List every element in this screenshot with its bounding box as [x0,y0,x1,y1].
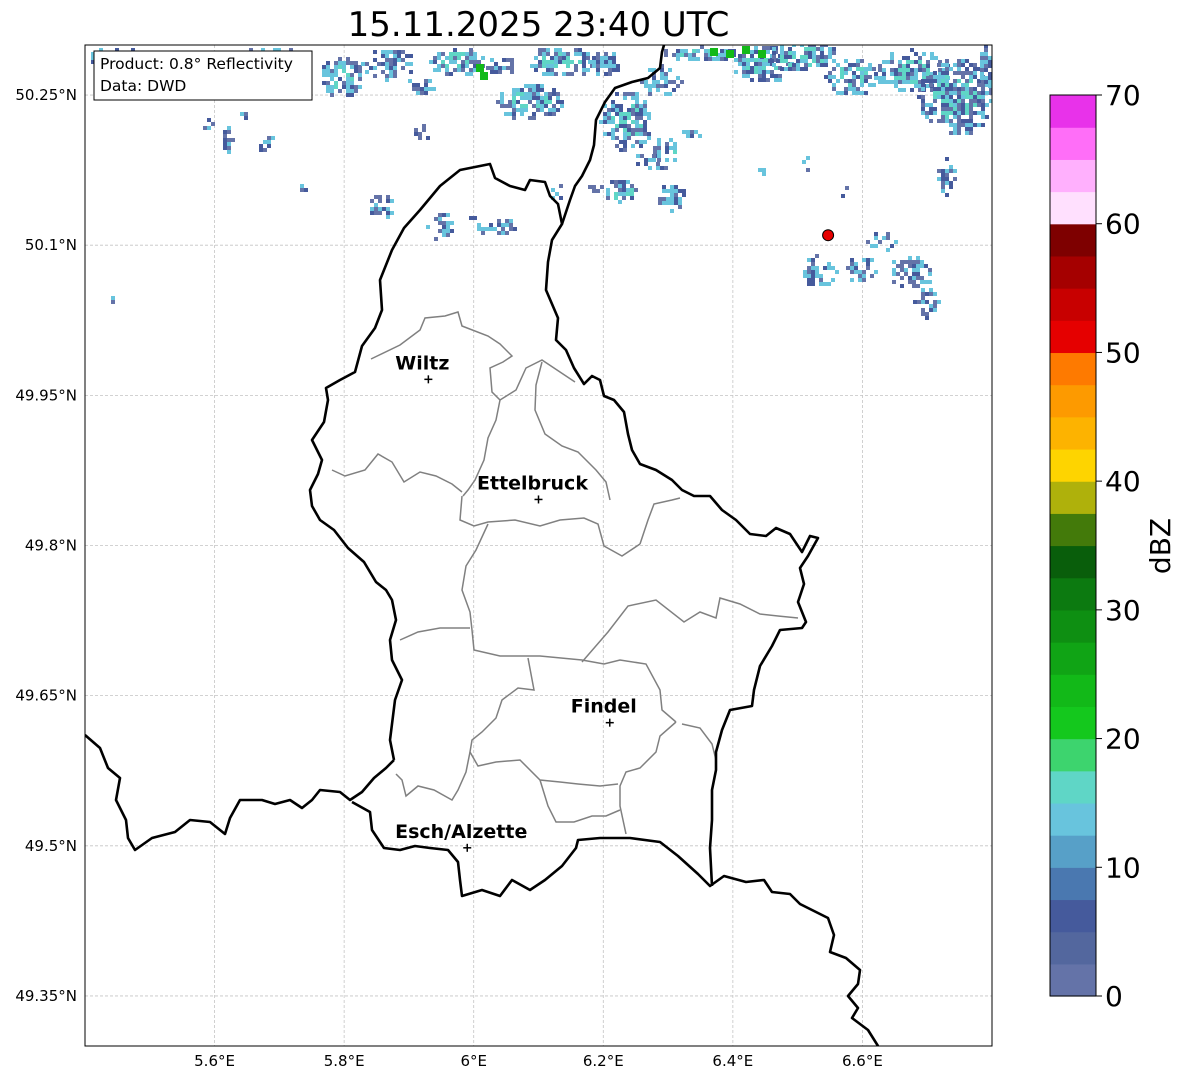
city-label: Wiltz [395,352,449,374]
colorbar-bin [1050,159,1096,193]
lat-tick-label: 49.8°N [25,537,77,555]
colorbar-bin [1050,963,1096,997]
city-marker: Ettelbruck [477,472,588,504]
lat-tick-label: 49.65°N [15,687,77,705]
city-label: Findel [571,696,637,718]
city-marker: Findel [571,696,637,727]
lon-tick-label: 6.2°E [583,1052,624,1070]
info-product: Product: 0.8° Reflectivity [100,55,293,73]
colorbar-bin [1050,867,1096,901]
colorbar-label: dBZ [1144,518,1177,574]
colorbar-bin [1050,770,1096,804]
lat-tick-label: 49.5°N [25,837,77,855]
radar-map: Wiltz Ettelbruck Findel Esch/Alzette Produc… [15,44,1177,1070]
city-label: Esch/Alzette [395,821,527,843]
colorbar-bin [1050,481,1096,514]
colorbar-tick-label: 10 [1105,851,1141,884]
colorbar-bin [1050,127,1096,160]
city-markers: Wiltz Ettelbruck Findel Esch/Alzette [395,352,637,852]
colorbar-bin [1050,577,1096,611]
colorbar-bin [1050,352,1096,386]
colorbar-tick-label: 50 [1105,336,1141,369]
colorbar-bin [1050,223,1096,257]
longitude-tick-labels: 5.6°E 5.8°E 6°E 6.2°E 6.4°E 6.6°E [194,1052,883,1070]
colorbar-bin [1050,545,1096,579]
colorbar-bin [1050,931,1096,965]
colorbar-bin [1050,674,1096,707]
city-marker: Wiltz [395,352,449,384]
colorbar-tick-label: 30 [1105,594,1141,627]
lon-tick-label: 5.6°E [194,1052,235,1070]
canton-boundaries [331,311,799,835]
colorbar-tick-label: 0 [1105,980,1123,1013]
colorbar-bin [1050,802,1096,836]
colorbar-tick-label: 40 [1105,465,1141,498]
lat-tick-label: 50.1°N [25,236,77,254]
colorbar-bin [1050,95,1096,128]
colorbar-tick-label: 70 [1105,79,1141,112]
colorbar: 0 10 20 30 40 50 60 70 dBZ [1049,79,1177,1013]
colorbar-bin [1050,738,1096,772]
colorbar-bin [1050,642,1096,675]
colorbar-bin [1050,320,1096,354]
colorbar-bin [1050,835,1096,868]
lon-tick-label: 6.6°E [842,1052,883,1070]
colorbar-bin [1050,191,1096,225]
radar-site-marker [822,229,835,242]
info-data-source: Data: DWD [100,77,186,95]
lon-tick-label: 6°E [460,1052,487,1070]
lat-tick-label: 50.25°N [15,86,77,104]
colorbar-bin [1050,513,1096,547]
latitude-tick-labels: 50.25°N 50.1°N 49.95°N 49.8°N 49.65°N 49.5°N 4… [15,86,77,1005]
city-label: Ettelbruck [477,472,588,494]
colorbar-bin [1050,609,1096,643]
colorbar-bin [1050,899,1096,933]
colorbar-bin [1050,384,1096,418]
colorbar-tick-label: 60 [1105,208,1141,241]
map-gridlines [85,45,992,1046]
colorbar-bin [1050,255,1096,289]
lon-tick-label: 5.8°E [324,1052,365,1070]
colorbar-bin [1050,706,1096,740]
info-box: Product: 0.8° Reflectivity Data: DWD [93,50,313,101]
colorbar-bin [1050,288,1096,321]
colorbar-bin [1050,416,1096,450]
lat-tick-label: 49.35°N [15,987,77,1005]
lon-tick-label: 6.4°E [712,1052,753,1070]
lat-tick-label: 49.95°N [15,386,77,404]
colorbar-tick-label: 20 [1105,723,1141,756]
colorbar-bin [1050,448,1096,482]
